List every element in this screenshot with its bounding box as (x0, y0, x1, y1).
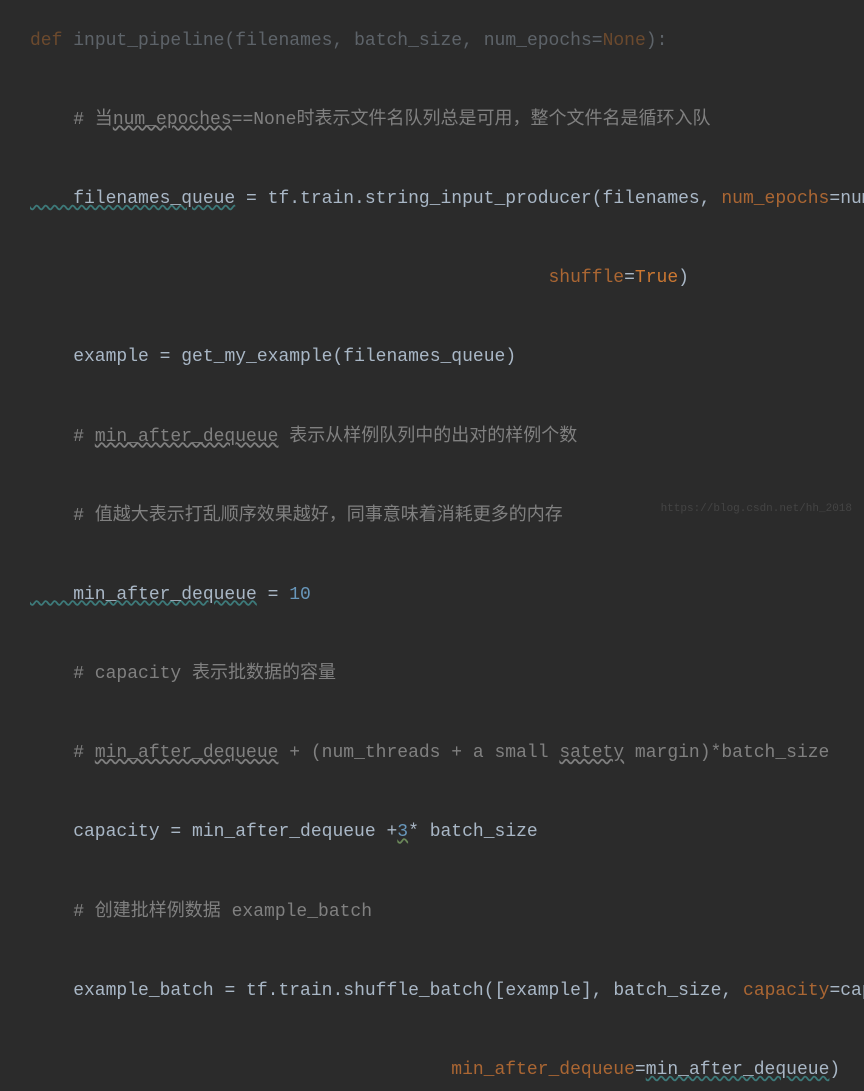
code-line-1[interactable]: # 当num_epoches==None时表示文件名队列总是可用，整个文件名是循… (30, 61, 864, 140)
comment-text: # (30, 743, 95, 763)
watermark-text: https://blog.csdn.net/hh_2018 (661, 497, 852, 521)
argument: filenames_queue (343, 347, 505, 367)
operator: = (160, 822, 192, 842)
comment-text: # (30, 427, 95, 447)
param: batch_size (354, 31, 462, 51)
keyword-def: def (30, 31, 62, 51)
code-line-12[interactable]: example_batch = tf.train.shuffle_batch([… (30, 932, 864, 1011)
code-line-13[interactable]: min_after_dequeue=min_after_dequeue) (30, 1011, 864, 1090)
kwarg: min_after_dequeue (451, 1060, 635, 1080)
variable: example_batch (30, 981, 214, 1001)
variable: capacity (30, 822, 160, 842)
typo-word: min_after_dequeue (95, 743, 279, 763)
operator: + (386, 822, 397, 842)
operator: = (214, 981, 246, 1001)
variable: example (30, 347, 149, 367)
code-line-9[interactable]: # min_after_dequeue + (num_threads + a s… (30, 695, 864, 774)
code-line-10[interactable]: capacity = min_after_dequeue +3* batch_s… (30, 774, 864, 853)
func-call: string_input_producer (365, 189, 592, 209)
true-literal: True (635, 268, 678, 288)
code-line-11[interactable]: # 创建批样例数据 example_batch (30, 853, 864, 932)
typo-word: min_after_dequeue (95, 427, 279, 447)
func-call: get_my_example (181, 347, 332, 367)
func-call: shuffle_batch (343, 981, 483, 1001)
operator: * (408, 822, 419, 842)
argument: filenames (603, 189, 700, 209)
argument: batch_size (613, 981, 721, 1001)
code-line-3[interactable]: shuffle=True) (30, 220, 864, 299)
operator: = (149, 347, 181, 367)
comment-text: 表示从样例队列中的出对的样例个数 (278, 427, 577, 447)
comment-text: ==None时表示文件名队列总是可用，整个文件名是循环入队 (232, 110, 711, 130)
typo-word: satety (559, 743, 624, 763)
comment-text: # 创建批样例数据 example_batch (30, 902, 372, 922)
number-literal: 3 (397, 822, 408, 842)
comment-text: # capacity 表示批数据的容量 (30, 664, 336, 684)
kwarg: capacity (743, 981, 829, 1001)
variable: min_after_dequeue (192, 822, 386, 842)
comment-text: # 值越大表示打乱顺序效果越好，同事意味着消耗更多的内存 (30, 506, 563, 526)
operator: = (257, 585, 289, 605)
kwarg: num_epochs (721, 189, 829, 209)
code-line-5[interactable]: # min_after_dequeue 表示从样例队列中的出对的样例个数 (30, 378, 864, 457)
argument: capacity (840, 981, 864, 1001)
param: num_epochs (484, 31, 592, 51)
argument: min_after_dequeue (646, 1060, 830, 1080)
argument: num_epochs (840, 189, 864, 209)
variable: filenames_queue (30, 189, 235, 209)
code-line-4[interactable]: example = get_my_example(filenames_queue… (30, 299, 864, 378)
code-line-7[interactable]: min_after_dequeue = 10 (30, 536, 864, 615)
operator: = (235, 189, 267, 209)
module-ref: tf.train. (268, 189, 365, 209)
comment-text: # 当 (30, 110, 113, 130)
variable: batch_size (419, 822, 538, 842)
comment-text: margin)*batch_size (624, 743, 829, 763)
param: filenames (235, 31, 332, 51)
none-literal: None (603, 31, 646, 51)
variable: min_after_dequeue (30, 585, 257, 605)
number-literal: 10 (289, 585, 311, 605)
module-ref: tf.train. (246, 981, 343, 1001)
comment-text: + (num_threads + a small (278, 743, 559, 763)
code-line-8[interactable]: # capacity 表示批数据的容量 (30, 616, 864, 695)
argument: example (505, 981, 581, 1001)
func-name: input_pipeline (73, 31, 224, 51)
code-line-2[interactable]: filenames_queue = tf.train.string_input_… (30, 140, 864, 219)
kwarg: shuffle (548, 268, 624, 288)
typo-word: num_epoches (113, 110, 232, 130)
code-line-0[interactable]: def input_pipeline(filenames, batch_size… (30, 0, 864, 61)
